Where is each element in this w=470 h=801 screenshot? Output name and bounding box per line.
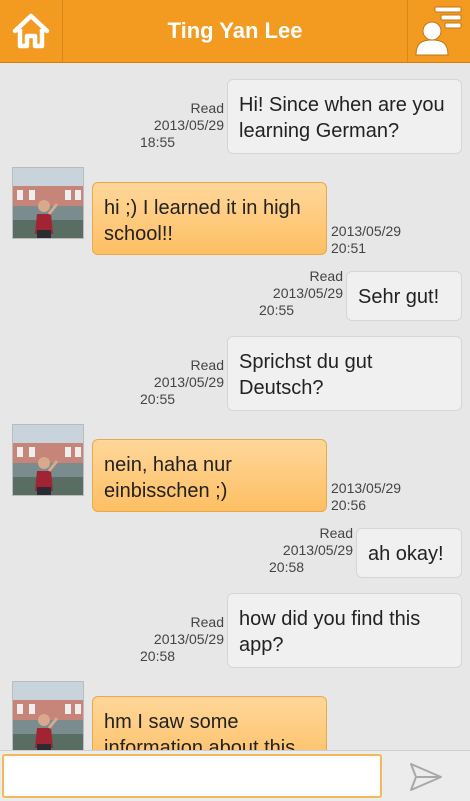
contact-list-button[interactable] <box>407 0 470 62</box>
message-time: 20:58 <box>269 559 305 575</box>
message-date: 2013/05/29 <box>331 223 402 239</box>
message-text: hm I saw some information about this <box>104 711 296 750</box>
avatar[interactable] <box>12 167 84 239</box>
message-time: 20:56 <box>331 497 367 513</box>
message-date: 2013/05/29 <box>153 117 224 133</box>
message-text: Sehr gut! <box>358 286 440 308</box>
chat-title: Ting Yan Lee <box>167 18 303 43</box>
message-bubble-received[interactable]: hm I saw some information about this <box>92 696 327 750</box>
message-bubble-received[interactable]: hi ;) I learned it in high school!! <box>92 182 327 255</box>
message-meta: Read 2013/05/29 18:55 <box>140 100 224 151</box>
composer-bar <box>0 750 470 801</box>
message-time: 20:58 <box>140 648 176 664</box>
message-text: Hi! Since when are you learning German? <box>239 94 445 142</box>
message-text: hi ;) I learned it in high school!! <box>104 197 301 245</box>
send-icon <box>410 763 442 791</box>
message-date: 2013/05/29 <box>331 480 402 496</box>
message-text: Sprichst du gut Deutsch? <box>239 351 373 399</box>
read-status: Read <box>190 614 224 630</box>
contact-photo <box>13 682 83 750</box>
message-meta: Read 2013/05/29 20:58 <box>269 525 353 576</box>
message-text: ah okay! <box>368 543 444 565</box>
message-meta: 2013/05/29 20:51 <box>331 223 415 257</box>
avatar[interactable] <box>12 681 84 750</box>
read-status: Read <box>309 268 343 284</box>
message-meta: 2013/05/29 20:56 <box>331 480 415 514</box>
contact-photo <box>13 425 83 495</box>
message-time: 20:55 <box>140 391 176 407</box>
avatar[interactable] <box>12 424 84 496</box>
contact-list-icon <box>415 6 462 56</box>
message-text: nein, haha nur einbisschen ;) <box>104 454 232 502</box>
message-bubble-sent[interactable]: Sehr gut! <box>346 271 462 321</box>
message-meta: Read 2013/05/29 20:55 <box>259 268 343 319</box>
message-meta: Read 2013/05/29 20:58 <box>140 614 224 665</box>
message-bubble-sent[interactable]: ah okay! <box>356 528 462 578</box>
message-input[interactable] <box>2 754 382 798</box>
message-date: 2013/05/29 <box>153 631 224 647</box>
message-time: 20:55 <box>259 302 295 318</box>
message-date: 2013/05/29 <box>153 374 224 390</box>
message-list[interactable]: Read 2013/05/29 18:55 Hi! Since when are… <box>0 63 470 750</box>
message-text: how did you find this app? <box>239 608 421 656</box>
message-meta: Read 2013/05/29 20:55 <box>140 357 224 408</box>
message-bubble-sent[interactable]: Hi! Since when are you learning German? <box>227 79 462 154</box>
read-status: Read <box>190 357 224 373</box>
message-bubble-sent[interactable]: Sprichst du gut Deutsch? <box>227 336 462 411</box>
read-status: Read <box>319 525 353 541</box>
read-status: Read <box>190 100 224 116</box>
message-time: 20:51 <box>331 240 367 256</box>
message-bubble-sent[interactable]: how did you find this app? <box>227 593 462 668</box>
contact-photo <box>13 168 83 238</box>
home-button[interactable] <box>0 0 63 62</box>
message-date: 2013/05/29 <box>282 542 353 558</box>
home-icon <box>12 13 50 49</box>
message-time: 18:55 <box>140 134 176 150</box>
message-date: 2013/05/29 <box>272 285 343 301</box>
app-header: Ting Yan Lee <box>0 0 470 63</box>
send-button[interactable] <box>396 756 456 798</box>
message-bubble-received[interactable]: nein, haha nur einbisschen ;) <box>92 439 327 512</box>
